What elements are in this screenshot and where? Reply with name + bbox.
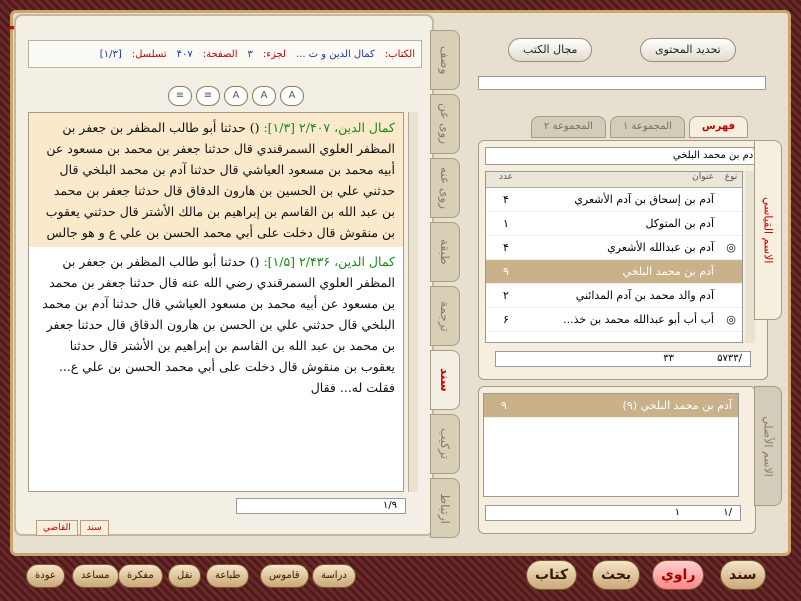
item-title: آدم بن محمد البلخي (۹): [622, 399, 732, 412]
table-row[interactable]: آدم بن إسحاق بن آدم الأشعري ۴: [486, 188, 742, 212]
narrator-grid: نوع عنوان عدد آدم بن إسحاق بن آدم الأشعر…: [485, 171, 743, 343]
book-info-bar: الكتاب: كمال الدين و ت ... لجزء: ۳ الصفح…: [28, 40, 422, 68]
row-title: آدم بن المتوكل: [645, 217, 714, 230]
narrator-search-input[interactable]: آدم بن محمد البلخي: [485, 147, 761, 165]
tab-tabaqa[interactable]: طبقة: [430, 222, 460, 282]
row-count: ۲: [503, 289, 509, 302]
seq-label: تسلسل:: [131, 48, 167, 60]
hadith-body: () حدثنا أبو طالب المظفر بن جعفر بن المظ…: [45, 120, 395, 240]
page-indicator: ۱/۹: [236, 498, 406, 514]
list-count-box: /۵۷۳۳ ۳۳: [495, 351, 751, 367]
table-row[interactable]: ◎ أب أب أبو عبدالله محمد بن خذ... ۶: [486, 308, 742, 332]
table-row[interactable]: آدم والد محمد بن آدم المدائني ۲: [486, 284, 742, 308]
row-title: آدم بن عبدالله الأشعري: [607, 241, 714, 254]
back-button[interactable]: عودة: [26, 564, 65, 588]
search-button[interactable]: بحث: [592, 560, 641, 590]
library-button[interactable]: مجال الكتب: [508, 38, 593, 62]
part-value: ۳: [247, 48, 253, 60]
row-type: ◎: [726, 241, 736, 254]
row-title: أب أب أبو عبدالله محمد بن خذ...: [563, 313, 714, 326]
list-item[interactable]: آدم بن محمد البلخي (۹) ۹: [484, 394, 738, 418]
lower-count-current: ۱: [674, 507, 681, 518]
tab-group-2[interactable]: المجموعة ۲: [531, 116, 606, 138]
format-toolbar: ≡ ≡ A A A: [156, 86, 316, 108]
format-icon-4[interactable]: A: [252, 86, 276, 106]
help-button[interactable]: مساعد: [72, 564, 119, 588]
tab-qadi[interactable]: القاضي: [36, 520, 78, 536]
row-title: آدم بن محمد البلخي: [622, 265, 714, 278]
list-count-current: ۳۳: [663, 353, 674, 364]
index-tabs: فهرس المجموعة ۱ المجموعة ۲: [488, 116, 748, 140]
row-count: ۶: [503, 313, 509, 326]
tab-sanad[interactable]: سند: [79, 520, 109, 536]
book-value: كمال الدين و ت ...: [295, 48, 375, 60]
tab-rawa-anhu[interactable]: روى عنه: [430, 158, 460, 218]
narrator-list-panel: آدم بن محمد البلخي نوع عنوان عدد آدم بن …: [478, 140, 768, 380]
vertical-tabs: وصف روى عن روى عنه طبقة ترجمة سند تركيب …: [430, 30, 460, 540]
row-count: ۱: [503, 217, 509, 230]
table-row-selected[interactable]: آدم بن محمد البلخي ۹: [486, 260, 742, 284]
format-icon-1[interactable]: ≡: [168, 86, 192, 106]
item-count: ۹: [501, 399, 507, 412]
dictionary-button[interactable]: قاموس: [260, 564, 309, 588]
page-label: الصفحة:: [202, 48, 238, 60]
tab-group-1[interactable]: المجموعة ۱: [609, 116, 685, 138]
sanad-button[interactable]: سند: [720, 560, 766, 590]
hadith-body: () حدثنا أبو طالب المظفر بن جعفر بن المظ…: [42, 254, 395, 395]
text-panel: الكتاب: كمال الدين و ت ... لجزء: ۳ الصفح…: [14, 14, 434, 536]
tab-irtibat[interactable]: ارتباط: [430, 478, 460, 538]
book-label: الكتاب:: [384, 48, 415, 60]
lower-count-box: /۱ ۱: [485, 505, 741, 521]
grid-header: نوع عنوان عدد: [486, 172, 742, 188]
print-button[interactable]: طباعة: [206, 564, 250, 588]
format-icon-3[interactable]: A: [224, 86, 248, 106]
original-name-panel: آدم بن محمد البلخي (۹) ۹ /۱ ۱: [478, 386, 756, 534]
copy-button[interactable]: نقل: [168, 564, 202, 588]
tab-tarkib[interactable]: تركيب: [430, 414, 460, 474]
tab-sanad-vertical[interactable]: سند: [430, 350, 460, 410]
hadith-text-area[interactable]: كمال الدين، ۲/۴۰۷ [۱/۳]: () حدثنا أبو طا…: [28, 112, 404, 492]
narrator-panel: مجال الكتب تحديد المحتوى فهرس المجموعة ۱…: [468, 14, 786, 536]
format-icon-5[interactable]: A: [280, 86, 304, 106]
book-button[interactable]: كتاب: [526, 560, 578, 590]
row-title: آدم والد محمد بن آدم المدائني: [575, 289, 714, 302]
notes-button[interactable]: مفكرة: [118, 564, 163, 588]
page-value: ۴۰۷: [176, 48, 193, 60]
original-name-list: آدم بن محمد البلخي (۹) ۹: [483, 393, 739, 497]
row-title: آدم بن إسحاق بن آدم الأشعري: [574, 193, 714, 206]
narrator-button[interactable]: راوي: [652, 560, 705, 590]
top-search-bar[interactable]: [478, 76, 766, 90]
format-icon-2[interactable]: ≡: [196, 86, 220, 106]
tab-original-name[interactable]: الاسم الأصلي: [754, 386, 782, 506]
header-title: عنوان: [692, 172, 714, 182]
table-row[interactable]: ◎ آدم بن عبدالله الأشعري ۴: [486, 236, 742, 260]
row-count: ۹: [503, 265, 509, 278]
row-count: ۴: [503, 241, 509, 254]
header-count: عدد: [498, 172, 514, 182]
source-ref[interactable]: كمال الدين، ۲/۴۳۶ [۱/۵]:: [263, 254, 395, 269]
seq-value: [۱/۳]: [99, 48, 122, 60]
table-row[interactable]: آدم بن المتوكل ۱: [486, 212, 742, 236]
tab-rawa-an[interactable]: روى عن: [430, 94, 460, 154]
hadith-paragraph-2: كمال الدين، ۲/۴۳۶ [۱/۵]: () حدثنا أبو طا…: [29, 247, 403, 402]
part-label: لجزء:: [262, 48, 286, 60]
tab-wasf[interactable]: وصف: [430, 30, 460, 90]
tab-index[interactable]: فهرس: [688, 116, 748, 138]
list-count-total: /۵۷۳۳: [717, 353, 742, 364]
text-scrollbar[interactable]: [408, 112, 418, 492]
lower-count-total: /۱: [723, 507, 732, 518]
bottom-toolbar: عودة مساعد مفكرة نقل طباعة قاموس دراسة س…: [0, 556, 801, 601]
header-type: نوع: [724, 172, 738, 182]
row-type: ◎: [726, 313, 736, 326]
tab-standard-name[interactable]: الاسم القياسي: [754, 140, 782, 320]
row-count: ۴: [503, 193, 509, 206]
source-ref[interactable]: كمال الدين، ۲/۴۰۷ [۱/۳]:: [263, 120, 395, 135]
tab-tarjama[interactable]: ترجمة: [430, 286, 460, 346]
study-button[interactable]: دراسة: [312, 564, 356, 588]
text-tabs: القاضي سند: [36, 520, 109, 536]
hadith-paragraph-1: كمال الدين، ۲/۴۰۷ [۱/۳]: () حدثنا أبو طا…: [29, 113, 403, 247]
refresh-content-button[interactable]: تحديد المحتوى: [640, 38, 736, 62]
